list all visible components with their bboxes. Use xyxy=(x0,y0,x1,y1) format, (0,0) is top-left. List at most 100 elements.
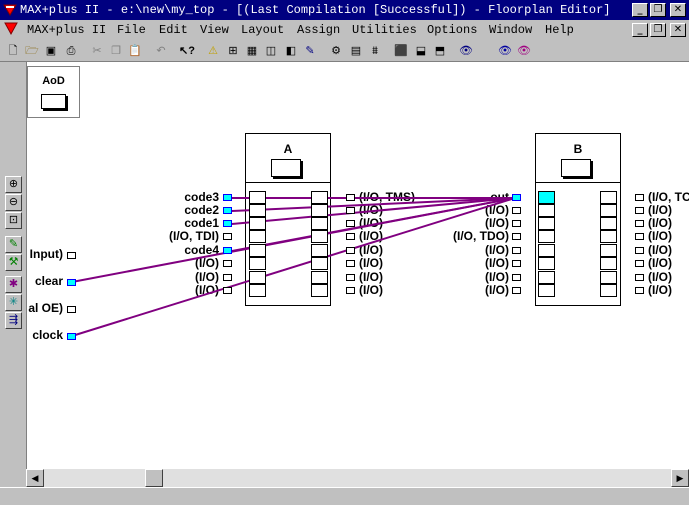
menu-assign[interactable]: Assign xyxy=(297,23,340,37)
macrocell[interactable] xyxy=(600,230,617,243)
scroll-right-icon[interactable]: ▶ xyxy=(671,469,689,487)
io-pin[interactable] xyxy=(635,207,644,214)
programmer-icon[interactable]: ✎ xyxy=(301,42,319,60)
macrocell[interactable] xyxy=(600,191,617,204)
doc-restore-button[interactable]: ❐ xyxy=(650,23,666,37)
macrocell[interactable] xyxy=(538,271,555,284)
io-pin[interactable] xyxy=(512,220,521,227)
hierarchy-icon[interactable]: ⊞ xyxy=(224,42,242,60)
io-pin[interactable] xyxy=(67,279,76,286)
macrocell[interactable] xyxy=(311,244,328,257)
doc-close-button[interactable]: ✕ xyxy=(670,23,686,37)
simulator-icon[interactable]: ◧ xyxy=(282,42,300,60)
io-pin[interactable] xyxy=(67,252,76,259)
zoom-out-icon[interactable]: ⊖ xyxy=(5,194,22,211)
save-icon[interactable]: ▣ xyxy=(42,42,60,60)
cut-icon[interactable]: ✂ xyxy=(88,42,106,60)
macrocell[interactable] xyxy=(538,191,555,204)
io-pin[interactable] xyxy=(346,194,355,201)
copy-icon[interactable]: ❐ xyxy=(107,42,125,60)
assign-pin-icon[interactable]: ✎ xyxy=(5,236,22,253)
io-pin[interactable] xyxy=(512,233,521,240)
menu-view[interactable]: View xyxy=(200,23,229,37)
menu-help[interactable]: Help xyxy=(545,23,574,37)
text-editor-icon[interactable]: ▤ xyxy=(347,42,365,60)
io-pin[interactable] xyxy=(635,287,644,294)
compile-icon[interactable]: ⬛ xyxy=(392,42,410,60)
io-pin[interactable] xyxy=(512,194,521,201)
macrocell[interactable] xyxy=(311,230,328,243)
macrocell[interactable] xyxy=(249,244,266,257)
io-pin[interactable] xyxy=(346,287,355,294)
macrocell[interactable] xyxy=(538,257,555,270)
macrocell[interactable] xyxy=(600,204,617,217)
io-pin[interactable] xyxy=(512,274,521,281)
paste-icon[interactable]: 📋 xyxy=(126,42,144,60)
eye-view-icon[interactable]: 👁 xyxy=(515,42,533,60)
minimize-button[interactable]: _ xyxy=(632,3,648,17)
restore-button[interactable]: ❐ xyxy=(650,3,666,17)
macrocell[interactable] xyxy=(538,244,555,257)
io-pin[interactable] xyxy=(223,247,232,254)
doc-minimize-button[interactable]: _ xyxy=(632,23,648,37)
context-help-icon[interactable]: ↖? xyxy=(178,42,196,60)
macrocell[interactable] xyxy=(311,217,328,230)
document-icon[interactable] xyxy=(4,22,18,36)
menu-edit[interactable]: Edit xyxy=(159,23,188,37)
io-pin[interactable] xyxy=(67,333,76,340)
scroll-thumb[interactable] xyxy=(145,469,163,487)
macrocell[interactable] xyxy=(538,284,555,297)
menu-maxplus[interactable]: MAX+plus II xyxy=(27,23,106,37)
tree-icon[interactable]: ⩩ xyxy=(366,42,384,60)
io-pin[interactable] xyxy=(346,260,355,267)
horizontal-scrollbar[interactable]: ◀ ▶ xyxy=(26,469,689,487)
analyze-icon[interactable]: ⬒ xyxy=(431,42,449,60)
macrocell[interactable] xyxy=(600,217,617,230)
close-button[interactable]: ✕ xyxy=(670,3,686,17)
io-pin[interactable] xyxy=(346,274,355,281)
io-pin[interactable] xyxy=(346,233,355,240)
undo-icon[interactable]: ↶ xyxy=(152,42,170,60)
show-fanin-icon[interactable]: ✳ xyxy=(5,294,22,311)
io-pin[interactable] xyxy=(346,247,355,254)
io-pin[interactable] xyxy=(635,247,644,254)
menu-file[interactable]: File xyxy=(117,23,146,37)
macrocell[interactable] xyxy=(249,204,266,217)
macrocell[interactable] xyxy=(249,217,266,230)
menu-options[interactable]: Options xyxy=(427,23,477,37)
macrocell[interactable] xyxy=(538,217,555,230)
timing-icon[interactable]: ◫ xyxy=(262,42,280,60)
io-pin[interactable] xyxy=(512,207,521,214)
macrocell[interactable] xyxy=(600,244,617,257)
io-pin[interactable] xyxy=(346,220,355,227)
io-pin[interactable] xyxy=(635,260,644,267)
macrocell[interactable] xyxy=(249,284,266,297)
open-folder-icon[interactable]: 🗁 xyxy=(23,42,41,60)
io-pin[interactable] xyxy=(223,274,232,281)
macrocell[interactable] xyxy=(311,284,328,297)
show-fanout-icon[interactable]: ⇶ xyxy=(5,312,22,329)
io-pin[interactable] xyxy=(635,274,644,281)
edit-assign-icon[interactable]: ⚒ xyxy=(5,254,22,271)
macrocell[interactable] xyxy=(600,284,617,297)
macrocell[interactable] xyxy=(538,204,555,217)
floorplan-canvas[interactable]: AoD A B code3 code2 code1 (I/O, TDI) cod… xyxy=(26,62,689,469)
io-pin[interactable] xyxy=(635,194,644,201)
zoom-in-icon[interactable]: ⊕ xyxy=(5,176,22,193)
zoom-fit-icon[interactable]: ⊡ xyxy=(5,212,22,229)
io-pin[interactable] xyxy=(512,260,521,267)
app-icon[interactable] xyxy=(3,3,17,16)
print-icon[interactable]: ⎙ xyxy=(62,42,80,60)
io-pin[interactable] xyxy=(635,220,644,227)
macrocell[interactable] xyxy=(538,230,555,243)
macrocell[interactable] xyxy=(249,191,266,204)
macrocell[interactable] xyxy=(311,257,328,270)
show-routing-icon[interactable]: ✱ xyxy=(5,276,22,293)
io-pin[interactable] xyxy=(346,207,355,214)
io-pin[interactable] xyxy=(223,220,232,227)
io-pin[interactable] xyxy=(512,247,521,254)
io-pin[interactable] xyxy=(512,287,521,294)
macrocell[interactable] xyxy=(249,271,266,284)
io-pin[interactable] xyxy=(635,233,644,240)
macrocell[interactable] xyxy=(311,191,328,204)
